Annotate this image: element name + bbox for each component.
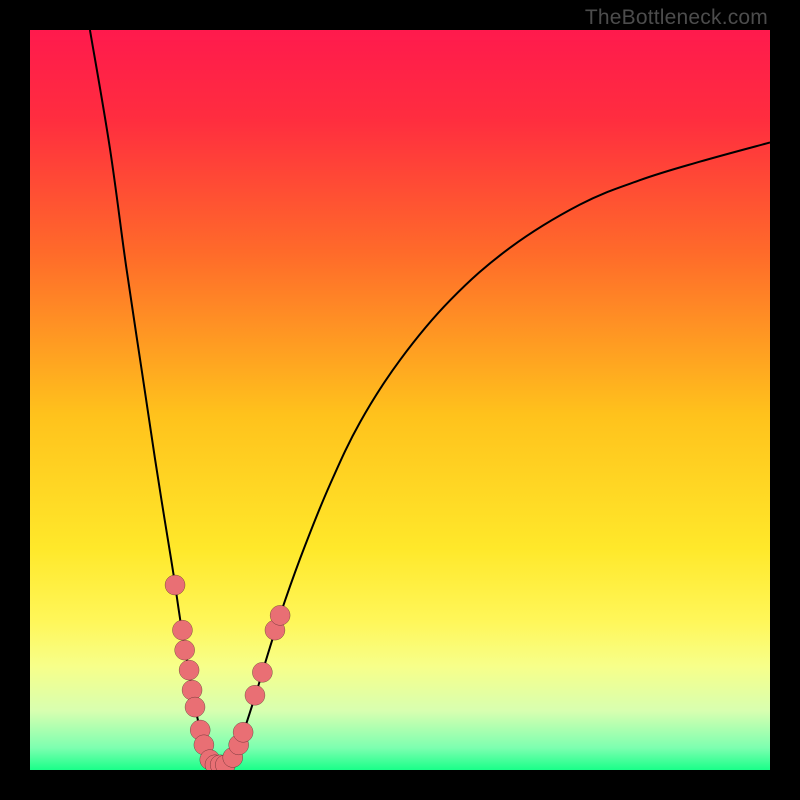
plot-area: [30, 30, 770, 770]
data-marker: [172, 620, 192, 640]
data-marker: [179, 660, 199, 680]
data-marker: [165, 575, 185, 595]
data-marker: [175, 640, 195, 660]
data-marker: [252, 662, 272, 682]
chart-frame: TheBottleneck.com: [0, 0, 800, 800]
data-marker: [270, 605, 290, 625]
watermark-label: TheBottleneck.com: [585, 6, 768, 30]
data-marker: [182, 680, 202, 700]
data-markers: [30, 30, 770, 770]
data-marker: [245, 685, 265, 705]
data-marker: [185, 697, 205, 717]
data-marker: [233, 722, 253, 742]
